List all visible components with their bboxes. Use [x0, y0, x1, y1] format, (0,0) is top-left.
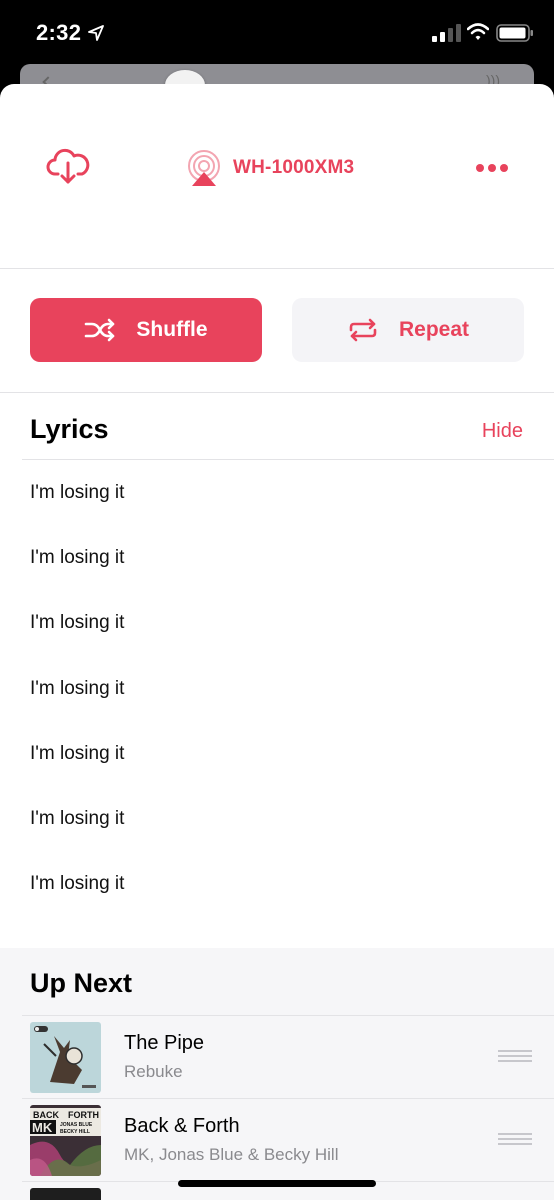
drag-handle-icon[interactable] [498, 1050, 532, 1062]
lyric-line[interactable]: I'm losing it [30, 460, 530, 525]
queue-track[interactable]: The Pipe Rebuke [0, 1016, 554, 1098]
svg-text:BECKY HILL: BECKY HILL [60, 1129, 90, 1135]
up-next-section: Up Next The Pipe Rebuke BACK FORTH MK JO… [0, 948, 554, 1200]
cellular-signal-icon [432, 24, 461, 42]
top-controls: WH-1000XM3 [0, 84, 554, 268]
lyrics-title: Lyrics [30, 414, 109, 444]
album-art-the-pipe [30, 1022, 101, 1093]
shuffle-icon [85, 318, 115, 342]
lyrics-list: I'm losing it I'm losing it I'm losing i… [30, 460, 530, 917]
up-next-title: Up Next [30, 968, 133, 998]
track-artist: Rebuke [124, 1062, 183, 1081]
drag-handle-icon[interactable] [498, 1133, 532, 1145]
svg-text:FORTH: FORTH [68, 1110, 99, 1120]
airplay-icon [188, 150, 220, 186]
album-art-next [30, 1188, 101, 1200]
shuffle-label: Shuffle [136, 318, 208, 341]
divider [0, 392, 554, 393]
shuffle-button[interactable]: Shuffle [30, 298, 262, 362]
svg-text:MK: MK [32, 1120, 53, 1135]
lyric-line[interactable]: I'm losing it [30, 721, 530, 786]
playback-mode-buttons: Shuffle Repeat [0, 298, 554, 362]
repeat-button[interactable]: Repeat [292, 298, 524, 362]
status-bar: 2:32 [0, 0, 554, 64]
lyric-line[interactable]: I'm losing it [30, 786, 530, 851]
track-artist: MK, Jonas Blue & Becky Hill [124, 1145, 339, 1164]
lyric-line[interactable]: I'm losing it [30, 656, 530, 721]
divider [0, 268, 554, 269]
album-art-back-forth: BACK FORTH MK JONAS BLUE BECKY HILL [30, 1105, 101, 1176]
battery-icon [496, 24, 533, 42]
lyric-line[interactable]: I'm losing it [30, 525, 530, 590]
home-indicator [178, 1180, 376, 1187]
lyric-line[interactable]: I'm losing it [30, 852, 530, 917]
lyrics-header: Lyrics Hide [0, 394, 554, 460]
location-arrow-icon [88, 25, 104, 41]
wifi-icon [467, 23, 489, 40]
download-cloud-icon[interactable] [46, 146, 90, 186]
status-time: 2:32 [36, 20, 82, 45]
airplay-device-name: WH-1000XM3 [233, 157, 355, 178]
repeat-label: Repeat [398, 318, 470, 341]
now-playing-sheet: WH-1000XM3 Shuffle Repeat Lyrics Hide I'… [0, 84, 554, 1200]
track-title: The Pipe [124, 1032, 205, 1054]
track-title: Back & Forth [124, 1115, 240, 1137]
queue-track[interactable]: BACK FORTH MK JONAS BLUE BECKY HILL Back… [0, 1099, 554, 1181]
more-icon[interactable] [474, 158, 510, 178]
repeat-icon [349, 318, 377, 342]
lyric-line[interactable]: I'm losing it [30, 591, 530, 656]
hide-lyrics-button[interactable]: Hide [482, 420, 523, 443]
airplay-device-button[interactable]: WH-1000XM3 [185, 148, 354, 188]
svg-text:BACK: BACK [33, 1110, 59, 1120]
svg-text:JONAS BLUE: JONAS BLUE [60, 1122, 93, 1128]
